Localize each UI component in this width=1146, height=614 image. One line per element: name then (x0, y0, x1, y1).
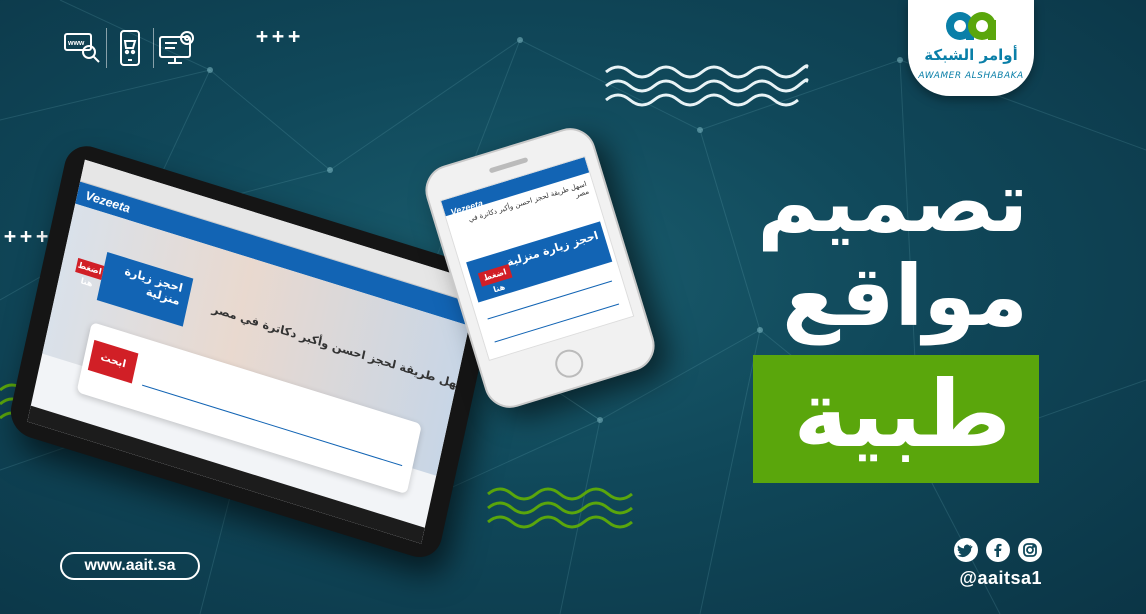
twitter-icon[interactable] (954, 538, 978, 562)
plus-decoration: +++ (256, 24, 305, 48)
green-wave-bottom-decoration (487, 487, 633, 529)
plus-decoration: +++ (4, 224, 53, 248)
aa-monogram-icon (946, 12, 996, 40)
phone-screen: Vezeeta اسهل طريقة لحجز احسن وأكبر دكاتر… (439, 155, 635, 361)
phone-home-visit-card: احجز زيارة منزلية (466, 221, 613, 303)
headline-line-2: مواقع (782, 247, 1028, 345)
white-wave-decoration (605, 64, 809, 107)
headline-line-3: طبية (793, 361, 1011, 468)
social-handle: @aaitsa1 (959, 568, 1042, 588)
logo-arabic-name: أوامر الشبكة (924, 46, 1018, 64)
home-visit-card: احجز زيارة منزلية (96, 251, 194, 327)
monitor-settings-icon (154, 26, 200, 70)
logo-latin-name: AWAMER ALSHABAKA (918, 71, 1024, 81)
cta-button[interactable]: اضغط هنا (75, 257, 105, 289)
home-visit-text: احجز زيارة منزلية (123, 264, 184, 309)
social-block: @aaitsa1 (942, 538, 1042, 589)
phone-speaker (488, 156, 529, 174)
search-button[interactable]: ابحث (87, 339, 139, 384)
mobile-cart-icon (107, 26, 153, 70)
phone-divider (494, 303, 620, 343)
brand-logo[interactable]: أوامر الشبكة AWAMER ALSHABAKA (908, 0, 1034, 96)
website-url-link[interactable]: www.aait.sa (60, 552, 200, 580)
phone-home-visit-text: احجز زيارة منزلية (505, 228, 600, 270)
service-icons: www (60, 26, 200, 70)
www-search-icon: www (60, 26, 106, 70)
facebook-icon[interactable] (986, 538, 1010, 562)
headline-highlight: طبية (753, 355, 1039, 483)
phone-home-button (551, 346, 587, 382)
headline-line-1: تصميم (757, 153, 1028, 251)
svg-text:www: www (67, 40, 85, 47)
instagram-icon[interactable] (1018, 538, 1042, 562)
